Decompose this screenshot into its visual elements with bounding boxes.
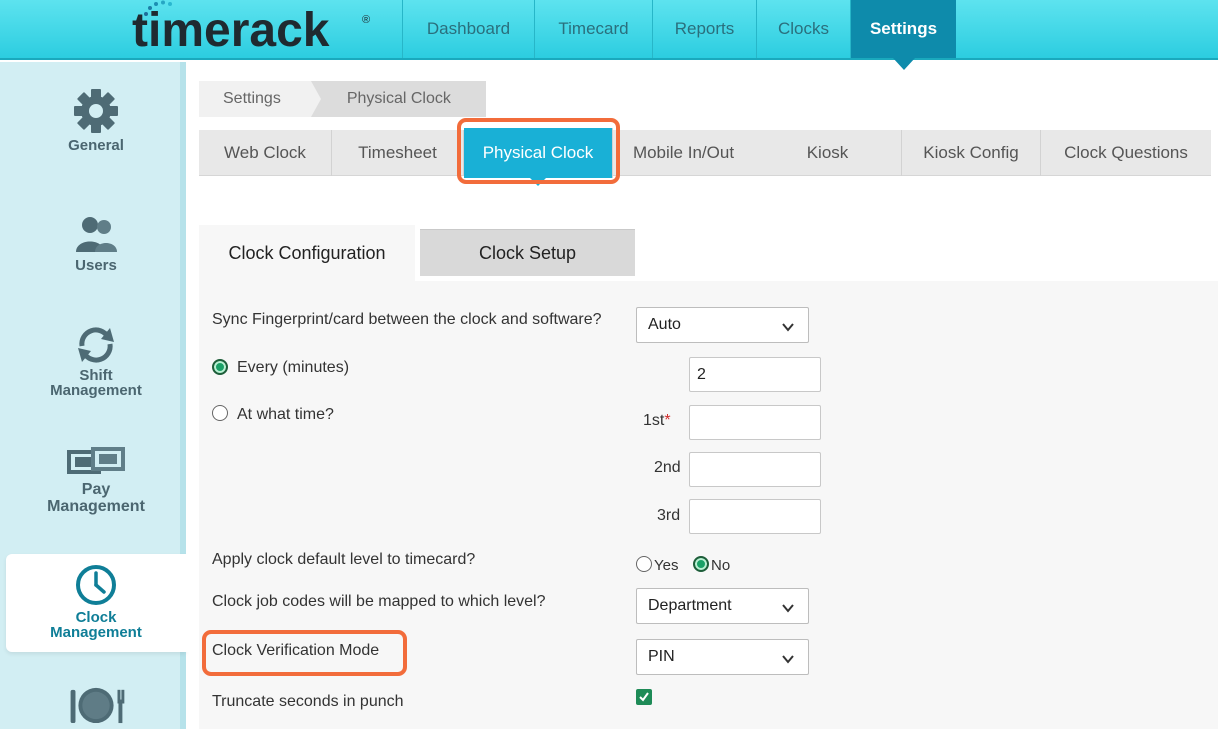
second-time-input[interactable] (689, 452, 821, 487)
verification-mode-label: Clock Verification Mode (212, 642, 380, 659)
required-mark: * (664, 412, 671, 429)
tab-timesheet[interactable]: Timesheet (332, 130, 464, 176)
sidebar-item-shift-management[interactable]: Shift Management (6, 326, 186, 402)
verification-mode-select[interactable]: PIN (636, 639, 809, 675)
users-icon (76, 217, 117, 252)
sync-select-value: Auto (648, 316, 681, 333)
sidebar-item-clock-management[interactable]: Clock Management (6, 554, 192, 652)
nav-settings[interactable]: Settings (850, 0, 956, 70)
job-codes-select[interactable]: Department (636, 588, 809, 624)
tab-kiosk[interactable]: Kiosk (754, 130, 902, 176)
main-nav: Dashboard Timecard Reports Clocks Settin… (402, 0, 956, 70)
truncate-seconds-label: Truncate seconds in punch (212, 693, 404, 710)
sidebar: General Users Shift Management Pay Manag… (0, 62, 192, 729)
sync-select[interactable]: Auto (636, 307, 809, 343)
second-time-label: 2nd (654, 459, 681, 476)
default-level-label: Apply clock default level to timecard? (212, 551, 476, 568)
breadcrumb-settings[interactable]: Settings (199, 81, 321, 117)
at-what-time-radio[interactable] (212, 405, 228, 421)
tab-clock-questions[interactable]: Clock Questions (1041, 130, 1211, 176)
at-what-time-label: At what time? (237, 406, 334, 423)
every-minutes-input[interactable]: 2 (689, 357, 821, 392)
chevron-down-icon (782, 655, 794, 664)
top-bar: timerack ® Dashboard Timecard Reports Cl… (0, 0, 1218, 70)
tab-physical-clock[interactable]: Physical Clock (464, 128, 613, 186)
first-time-label: 1st* (643, 412, 671, 430)
default-level-yes-label: Yes (654, 557, 679, 574)
sidebar-label-clock-2: Management (50, 624, 142, 641)
job-codes-select-value: Department (648, 597, 732, 614)
nav-clocks[interactable]: Clocks (756, 0, 850, 58)
subtab-clock-configuration[interactable]: Clock Configuration (199, 225, 415, 281)
breadcrumb-current: Physical Clock (310, 81, 486, 117)
sidebar-item-meal[interactable] (6, 682, 186, 729)
sidebar-label-clock-1: Clock (75, 609, 117, 626)
plate-fork-knife-icon (70, 687, 125, 724)
sidebar-label-general: General (68, 137, 124, 154)
sidebar-item-pay-management[interactable]: Pay Management (6, 444, 186, 522)
job-codes-label: Clock job codes will be mapped to which … (212, 593, 546, 610)
tab-mobile-in-out[interactable]: Mobile In/Out (613, 130, 754, 176)
nav-dashboard[interactable]: Dashboard (402, 0, 534, 58)
chevron-down-icon (782, 323, 794, 332)
third-time-label: 3rd (657, 507, 681, 524)
sidebar-label-shift-2: Management (50, 382, 142, 399)
timerack-logo[interactable]: timerack ® (132, 0, 370, 58)
default-level-yes-radio[interactable] (636, 556, 652, 572)
truncate-seconds-checkbox[interactable] (636, 689, 652, 705)
every-minutes-radio[interactable] (212, 359, 228, 375)
every-minutes-label: Every (minutes) (237, 359, 350, 376)
default-level-no-label: No (711, 557, 731, 574)
money-stack-icon (67, 447, 125, 474)
verification-mode-select-value: PIN (648, 648, 675, 665)
sidebar-label-pay-1: Pay (81, 481, 111, 498)
subtab-clock-setup[interactable]: Clock Setup (420, 229, 635, 276)
settings-tabs: Web Clock Timesheet Physical Clock Mobil… (199, 128, 1211, 186)
sidebar-item-users[interactable]: Users (6, 214, 186, 284)
gear-icon (74, 89, 118, 133)
sidebar-label-pay-2: Management (47, 498, 145, 515)
clock-icon (76, 565, 116, 605)
first-time-text: 1st (643, 412, 665, 429)
tab-web-clock[interactable]: Web Clock (199, 130, 332, 176)
nav-reports[interactable]: Reports (652, 0, 756, 58)
first-time-input[interactable] (689, 405, 821, 440)
sidebar-item-general[interactable]: General (6, 88, 186, 168)
checkmark-icon (639, 692, 649, 702)
breadcrumb: Settings Physical Clock (199, 81, 486, 117)
refresh-arrows-icon (78, 327, 114, 363)
tab-kiosk-config[interactable]: Kiosk Config (902, 130, 1041, 176)
logo-text: timerack (132, 3, 330, 57)
chevron-down-icon (782, 604, 794, 613)
third-time-input[interactable] (689, 499, 821, 534)
default-level-no-radio[interactable] (693, 556, 709, 572)
nav-timecard[interactable]: Timecard (534, 0, 652, 58)
sync-label: Sync Fingerprint/card between the clock … (212, 311, 602, 328)
sidebar-label-users: Users (75, 257, 117, 274)
sidebar-label-shift-1: Shift (79, 367, 113, 384)
